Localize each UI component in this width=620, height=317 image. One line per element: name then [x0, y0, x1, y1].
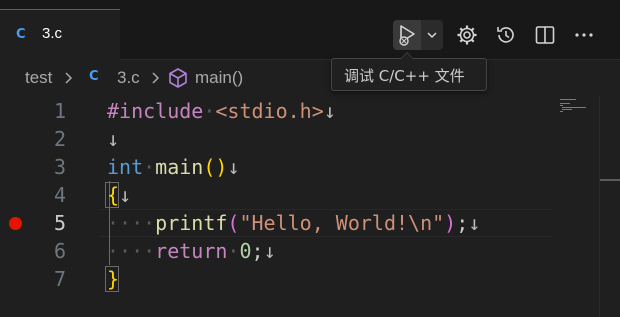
line-number: 6 — [53, 239, 66, 263]
minimap-line — [560, 103, 570, 104]
eol-marker: ↓ — [468, 211, 481, 235]
run-debug-tooltip: 调试 C/C++ 文件 — [331, 58, 487, 91]
more-actions-button[interactable] — [569, 20, 599, 50]
minimap-line — [560, 111, 563, 112]
line-number: 7 — [53, 267, 66, 291]
minimap[interactable] — [556, 96, 598, 317]
line-number: 4 — [53, 183, 66, 207]
minimap-line — [562, 107, 586, 108]
more-icon — [575, 33, 593, 37]
function-name: main — [155, 155, 204, 179]
eol-marker: ↓ — [107, 127, 120, 151]
parentheses: () — [203, 155, 228, 179]
run-debug-icon — [399, 25, 415, 46]
minimap-line — [560, 99, 576, 100]
code-line: ····return·0;↓ — [107, 237, 276, 265]
close-brace: } — [107, 267, 120, 291]
open-paren: ( — [227, 211, 240, 235]
code-line: #include·<stdio.h>↓ — [107, 97, 336, 125]
gutter-line[interactable]: 5 — [0, 209, 80, 237]
scrollbar-cursor-marker — [600, 179, 620, 181]
tooltip-text: 调试 C/C++ 文件 — [344, 67, 465, 85]
tab-3c[interactable]: C 3.c — [0, 9, 120, 60]
whitespace-marker: · — [203, 99, 216, 123]
gutter-line[interactable]: 2 — [0, 125, 80, 153]
eol-marker: ↓ — [323, 99, 336, 123]
eol-marker: ↓ — [119, 183, 132, 207]
whitespace-marker: · — [227, 239, 240, 263]
code-line: {↓ — [107, 181, 131, 209]
open-brace: { — [107, 183, 120, 207]
return-keyword: return — [155, 239, 228, 263]
gutter-line[interactable]: 7 — [0, 265, 80, 293]
gear-icon — [457, 25, 477, 45]
preprocessor-directive: #include — [107, 99, 204, 123]
chevron-right-icon — [65, 72, 73, 84]
semicolon: ; — [456, 211, 469, 235]
indent-marker: ···· — [107, 239, 156, 263]
code-line: int·main()↓ — [107, 153, 239, 181]
include-path: <stdio.h> — [215, 99, 324, 123]
line-number: 5 — [53, 211, 66, 235]
number-literal: 0 — [239, 239, 252, 263]
chevron-right-icon — [152, 72, 160, 84]
editor-tab-bar: C 3.c — [0, 0, 620, 60]
tooltip-arrow-fill — [401, 53, 413, 59]
minimap-line — [560, 105, 563, 106]
breadcrumb-file[interactable]: 3.c — [117, 68, 140, 88]
split-editor-button[interactable] — [530, 20, 560, 50]
line-number: 3 — [53, 155, 66, 179]
vertical-scrollbar[interactable] — [599, 96, 620, 317]
line-number: 1 — [53, 99, 66, 123]
history-icon — [497, 27, 514, 43]
close-paren: ) — [444, 211, 457, 235]
breakpoint-icon[interactable] — [9, 217, 22, 230]
type-keyword: int — [107, 155, 144, 179]
code-editor[interactable]: 1 2 3 4 5 6 7 #include·<stdio.h>↓ ↓ int·… — [0, 96, 620, 317]
run-dropdown-button[interactable] — [421, 20, 443, 50]
gutter-line[interactable]: 6 — [0, 237, 80, 265]
cube-icon — [169, 68, 187, 88]
code-line: } — [107, 265, 119, 293]
c-file-icon: C — [16, 27, 26, 42]
breadcrumb: test C 3.c main() — [0, 60, 620, 96]
breadcrumb-folder[interactable]: test — [25, 68, 52, 88]
minimap-line — [562, 109, 572, 110]
c-file-icon: C — [89, 69, 99, 84]
run-debug-button[interactable] — [393, 20, 421, 50]
string-literal: "Hello, World!\n" — [239, 211, 445, 235]
whitespace-marker: · — [143, 155, 156, 179]
code-line: ↓ — [107, 125, 119, 153]
breadcrumb-symbol[interactable]: main() — [195, 68, 243, 88]
function-call: printf — [155, 211, 228, 235]
chevron-down-icon — [427, 32, 437, 39]
timeline-button[interactable] — [491, 20, 521, 50]
gutter-line[interactable]: 3 — [0, 153, 80, 181]
split-editor-icon — [535, 26, 555, 44]
code-line: ····printf("Hello, World!\n");↓ — [107, 209, 480, 237]
settings-button[interactable] — [452, 20, 482, 50]
tab-label: 3.c — [42, 25, 63, 42]
indent-marker: ···· — [107, 211, 156, 235]
eol-marker: ↓ — [227, 155, 240, 179]
line-number: 2 — [53, 127, 66, 151]
gutter-line[interactable]: 4 — [0, 181, 80, 209]
gutter-line[interactable]: 1 — [0, 97, 80, 125]
semicolon: ; — [251, 239, 264, 263]
eol-marker: ↓ — [263, 239, 276, 263]
